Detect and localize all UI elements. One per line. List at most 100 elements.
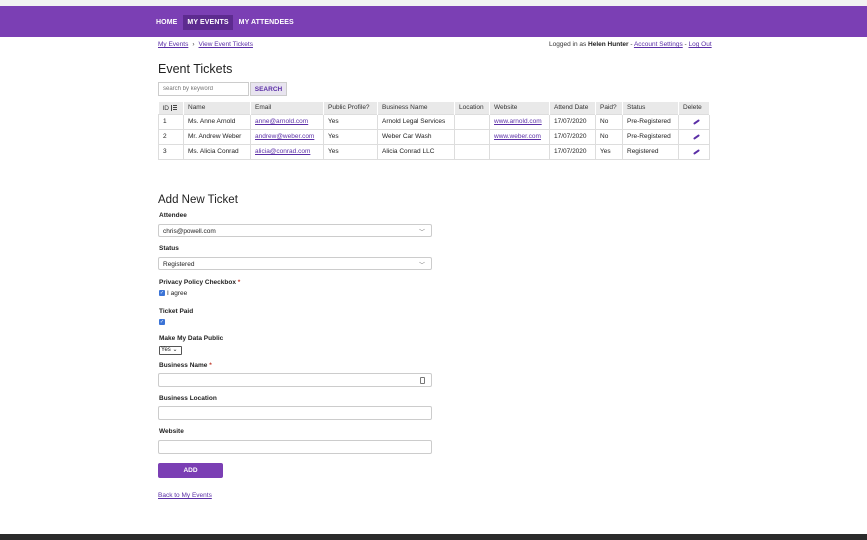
page-title: Event Tickets bbox=[158, 62, 233, 76]
cell-paid: No bbox=[595, 128, 623, 145]
logout-link[interactable]: Log Out bbox=[689, 41, 712, 48]
make-public-select[interactable]: Yes ⌄ bbox=[159, 346, 182, 355]
ticket-paid-label: Ticket Paid bbox=[159, 308, 194, 315]
email-link[interactable]: andrew@weber.com bbox=[255, 133, 314, 140]
breadcrumb: My Events › View Event Tickets bbox=[158, 41, 253, 48]
table-row: 2 Mr. Andrew Weber andrew@weber.com Yes … bbox=[158, 128, 710, 145]
website-input[interactable] bbox=[158, 440, 432, 454]
cell-paid: Yes bbox=[595, 143, 623, 160]
privacy-checkbox-label: I agree bbox=[167, 290, 188, 297]
business-name-input[interactable] bbox=[158, 373, 432, 387]
table-header-row: ID Name Email Public Profile? Business N… bbox=[158, 102, 710, 114]
nav-menu: HOME MY EVENTS MY ATTENDEES bbox=[152, 15, 300, 30]
cell-name: Ms. Alicia Conrad bbox=[183, 143, 251, 160]
breadcrumb-my-events[interactable]: My Events bbox=[158, 41, 188, 48]
userbar-dash: - bbox=[630, 41, 633, 48]
cell-status: Pre-Registered bbox=[622, 113, 679, 130]
cell-delete bbox=[678, 113, 710, 130]
privacy-label: Privacy Policy Checkbox * bbox=[159, 279, 240, 286]
cell-date: 17/07/2020 bbox=[549, 128, 596, 145]
cell-business: Arnold Legal Services bbox=[377, 113, 455, 130]
email-link[interactable]: alicia@conrad.com bbox=[255, 148, 310, 155]
business-name-label: Business Name * bbox=[159, 362, 212, 369]
table-row: 3 Ms. Alicia Conrad alicia@conrad.com Ye… bbox=[158, 143, 710, 160]
column-header-name: Name bbox=[183, 102, 251, 114]
search-input[interactable] bbox=[158, 82, 249, 96]
cell-public: Yes bbox=[323, 128, 378, 145]
column-header-public-profile: Public Profile? bbox=[323, 102, 378, 114]
cell-status: Registered bbox=[622, 143, 679, 160]
cell-delete bbox=[678, 128, 710, 145]
search-button[interactable]: SEARCH bbox=[250, 82, 287, 96]
cell-website: www.arnold.com bbox=[489, 113, 550, 130]
cell-email: alicia@conrad.com bbox=[250, 143, 324, 160]
website-link[interactable]: www.arnold.com bbox=[494, 118, 542, 125]
column-header-attend-date: Attend Date bbox=[549, 102, 596, 114]
delete-icon[interactable] bbox=[693, 149, 700, 155]
sort-icon[interactable] bbox=[171, 104, 177, 111]
cell-website bbox=[489, 143, 550, 160]
nav-home[interactable]: HOME bbox=[152, 15, 181, 30]
column-header-delete: Delete bbox=[678, 102, 710, 114]
cell-name: Ms. Anne Arnold bbox=[183, 113, 251, 130]
cell-status: Pre-Registered bbox=[622, 128, 679, 145]
make-public-value: Yes bbox=[161, 347, 171, 353]
logged-in-user: Helen Hunter bbox=[588, 41, 629, 48]
user-bar: Logged in as Helen Hunter - Account Sett… bbox=[549, 41, 712, 48]
nav-my-attendees[interactable]: MY ATTENDEES bbox=[235, 15, 298, 30]
add-button[interactable]: ADD bbox=[158, 463, 223, 478]
back-to-my-events-link[interactable]: Back to My Events bbox=[158, 492, 212, 499]
status-select[interactable]: Registered ﹀ bbox=[158, 257, 432, 270]
delete-icon[interactable] bbox=[693, 119, 700, 125]
business-location-label: Business Location bbox=[159, 395, 217, 402]
cell-location bbox=[454, 128, 490, 145]
website-link[interactable]: www.weber.com bbox=[494, 133, 541, 140]
cell-location bbox=[454, 143, 490, 160]
status-label: Status bbox=[159, 245, 179, 252]
cell-date: 17/07/2020 bbox=[549, 143, 596, 160]
privacy-checkbox[interactable]: ✓ bbox=[159, 290, 165, 296]
cell-business: Weber Car Wash bbox=[377, 128, 455, 145]
cell-date: 17/07/2020 bbox=[549, 113, 596, 130]
cell-email: andrew@weber.com bbox=[250, 128, 324, 145]
table-row: 1 Ms. Anne Arnold anne@arnold.com Yes Ar… bbox=[158, 113, 710, 130]
ticket-paid-checkbox[interactable]: ✓ bbox=[159, 319, 165, 325]
business-name-label-text: Business Name bbox=[159, 362, 208, 369]
logged-in-prefix: Logged in as bbox=[549, 41, 587, 48]
cell-id: 2 bbox=[158, 128, 184, 145]
tickets-table: ID Name Email Public Profile? Business N… bbox=[158, 102, 710, 160]
top-navigation-bar: HOME MY EVENTS MY ATTENDEES bbox=[0, 6, 867, 37]
chevron-down-icon: ﹀ bbox=[418, 230, 425, 236]
column-header-id[interactable]: ID bbox=[158, 102, 184, 114]
privacy-label-text: Privacy Policy Checkbox bbox=[159, 279, 236, 286]
nav-my-events[interactable]: MY EVENTS bbox=[183, 15, 233, 30]
cell-website: www.weber.com bbox=[489, 128, 550, 145]
attendee-select[interactable]: chris@powell.com ﹀ bbox=[158, 224, 432, 237]
attendee-select-value: chris@powell.com bbox=[163, 228, 216, 235]
website-label: Website bbox=[159, 428, 184, 435]
column-header-location: Location bbox=[454, 102, 490, 114]
status-select-value: Registered bbox=[163, 261, 195, 268]
cell-id: 3 bbox=[158, 143, 184, 160]
column-header-email: Email bbox=[250, 102, 324, 114]
account-settings-link[interactable]: Account Settings bbox=[634, 41, 683, 48]
cell-name: Mr. Andrew Weber bbox=[183, 128, 251, 145]
breadcrumb-separator: › bbox=[192, 41, 195, 48]
attendee-label: Attendee bbox=[159, 212, 187, 219]
business-location-input[interactable] bbox=[158, 406, 432, 420]
cell-id: 1 bbox=[158, 113, 184, 130]
breadcrumb-view-tickets[interactable]: View Event Tickets bbox=[199, 41, 253, 48]
cell-email: anne@arnold.com bbox=[250, 113, 324, 130]
add-ticket-title: Add New Ticket bbox=[158, 194, 238, 206]
delete-icon[interactable] bbox=[693, 134, 700, 140]
cell-paid: No bbox=[595, 113, 623, 130]
required-asterisk: * bbox=[237, 279, 241, 286]
chevron-down-icon: ﹀ bbox=[418, 263, 425, 269]
userbar-dash: - bbox=[684, 41, 687, 48]
chevron-down-icon: ⌄ bbox=[170, 347, 178, 353]
column-header-business-name: Business Name bbox=[377, 102, 455, 114]
footer-bar bbox=[0, 534, 867, 540]
required-asterisk: * bbox=[209, 362, 212, 369]
email-link[interactable]: anne@arnold.com bbox=[255, 118, 308, 125]
column-header-status: Status bbox=[622, 102, 679, 114]
